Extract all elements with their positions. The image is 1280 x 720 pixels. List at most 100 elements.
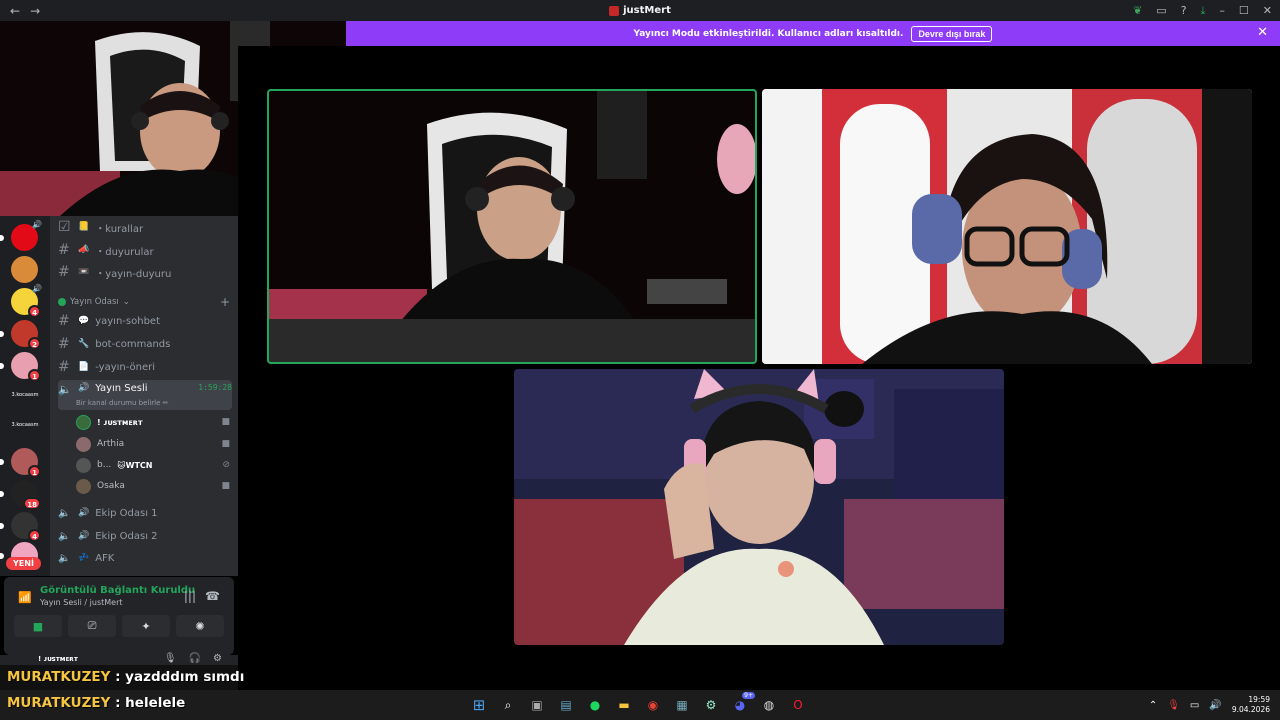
back-arrow-icon[interactable]: ←	[10, 4, 20, 18]
server-icon-yellow[interactable]: 🔊 4	[11, 284, 42, 318]
username[interactable]: ! ᴊᴜsᴛᴍᴇʀᴛ	[38, 655, 78, 663]
add-channel-icon[interactable]: +	[220, 295, 230, 309]
speaker-icon: 🔈	[58, 383, 72, 396]
download-icon[interactable]: ⤓	[1201, 4, 1206, 18]
headphones-icon[interactable]: 🎧	[189, 653, 201, 664]
chat-username: MURATKUZEY	[7, 695, 111, 711]
user-panel: ! ᴊᴜsᴛᴍᴇʀᴛ 🎙 🎧 ⚙	[0, 653, 238, 665]
video-feed	[267, 89, 757, 364]
channel-duyurular[interactable]: # 📣 ・duyurular	[58, 240, 232, 260]
inbox-icon[interactable]: ▭	[1156, 4, 1166, 17]
settings-gear-icon[interactable]: ⚙	[213, 653, 222, 664]
maximize-icon[interactable]: ☐	[1239, 4, 1249, 17]
server-icon-red[interactable]: 2	[0, 320, 41, 350]
unread-pill	[0, 553, 4, 559]
channel-emoji: 🔧	[78, 339, 90, 349]
mic-icon[interactable]: 🎙	[164, 653, 177, 664]
server-icon-pink[interactable]: 1	[0, 352, 41, 382]
banner-close-icon[interactable]: ✕	[1257, 25, 1268, 40]
channel-status-hint[interactable]: Bir kanal durumu belirle ✏	[76, 399, 169, 407]
soundboard-button[interactable]: ✺	[176, 615, 224, 637]
noise-suppression-icon[interactable]: |||	[184, 589, 196, 603]
windows-taskbar: MURATKUZEY : helelele ⊞ ⌕ ▣ ▤ ● ▬ ◉ ▦ ⚙ …	[0, 690, 1280, 720]
member-name: Osaka	[97, 481, 125, 491]
volume-icon[interactable]: 🔊	[1209, 700, 1221, 711]
channel-kurallar[interactable]: ☑ 📒 ・kurallar	[58, 217, 232, 237]
camera-button[interactable]: ■	[14, 615, 62, 637]
signal-icon[interactable]: 📶	[18, 591, 32, 604]
chevron-up-icon[interactable]: ⌃	[1149, 700, 1157, 711]
forward-arrow-icon[interactable]: →	[30, 4, 40, 18]
display-icon[interactable]: ▭	[1190, 700, 1199, 711]
task-view-icon[interactable]: ▣	[526, 694, 548, 716]
speaker-icon: 🔈	[58, 552, 71, 564]
screen-share-icon: ⎚	[87, 619, 97, 632]
obs-icon[interactable]: ◍	[758, 694, 780, 716]
channel-yayin-sohbet[interactable]: # 💬 yayın-sohbet	[58, 311, 232, 331]
discord-icon[interactable]: ◕ 9+	[729, 692, 755, 716]
screen-share-button[interactable]: ⎚	[68, 615, 116, 637]
voice-member[interactable]: b... 🐱WTCN ⊘	[76, 455, 230, 475]
video-tile-streamer[interactable]	[267, 89, 757, 364]
voice-channel-ekip-1[interactable]: 🔈 🔊 Ekip Odası 1	[58, 503, 232, 523]
server-icon-kocaasm[interactable]: 3.kocaasm	[5, 392, 45, 402]
search-icon[interactable]: ⌕	[497, 694, 519, 716]
activities-icon: ✦	[141, 619, 151, 633]
notification-badge: 9+	[742, 692, 755, 699]
title-bar-actions: ❦ ▭ ? ⤓ – ☐ ✕	[1133, 0, 1272, 21]
mic-off-icon: ⊘	[222, 460, 230, 470]
opera-icon[interactable]: O	[787, 694, 809, 716]
speaker-icon: 🔈	[58, 530, 71, 542]
streamer-mode-banner: Yayıncı Modu etkinleştirildi. Kullanıcı …	[346, 21, 1280, 46]
speaker-icon: 🔊	[32, 284, 42, 293]
video-tile-participant-3[interactable]	[514, 369, 1004, 645]
leaf-icon[interactable]: ❦	[1133, 4, 1142, 17]
clock-date: 9.04.2026	[1231, 705, 1270, 714]
chevron-down-icon: ⌄	[122, 297, 130, 307]
unread-pill	[0, 363, 4, 369]
mention-badge: 1	[28, 465, 41, 478]
voice-channel-ekip-2[interactable]: 🔈 🔊 Ekip Odası 2	[58, 526, 232, 546]
server-icon-kocaasm-2[interactable]: 3.kocaasm	[5, 422, 45, 432]
voice-member[interactable]: ! ᴊᴜsᴛᴍᴇʀᴛ ■	[76, 412, 230, 432]
close-icon[interactable]: ✕	[1263, 4, 1272, 17]
hash-icon: #	[58, 359, 70, 375]
server-icon-girl[interactable]: 1	[0, 448, 41, 478]
connection-channel[interactable]: Yayın Sesli / justMert	[40, 598, 123, 607]
activities-button[interactable]: ✦	[122, 615, 170, 637]
app-icon[interactable]: ▦	[671, 694, 693, 716]
server-icon-turkey[interactable]: 🔊	[0, 220, 42, 251]
voice-member[interactable]: Arthia ■	[76, 434, 230, 454]
category-yayin-odasi[interactable]: Yayın Odası ⌄ +	[58, 294, 230, 310]
clock[interactable]: 19:59 9.04.2026	[1232, 695, 1270, 715]
channel-yayin-oneri[interactable]: # 📄 -yayın-öneri	[58, 357, 232, 377]
spotify-icon[interactable]: ●	[584, 694, 606, 716]
channel-name: bot-commands	[95, 338, 171, 350]
disable-streamer-mode-button[interactable]: Devre dışı bırak	[911, 25, 993, 42]
steam-icon[interactable]: ⚙	[700, 694, 722, 716]
store-icon[interactable]: ▤	[555, 694, 577, 716]
chrome-icon[interactable]: ◉	[642, 694, 664, 716]
help-icon[interactable]: ?	[1181, 4, 1187, 17]
start-icon[interactable]: ⊞	[468, 694, 490, 716]
voice-member[interactable]: Osaka ■	[76, 476, 230, 496]
speaker-icon: 🔊	[78, 531, 90, 541]
server-icon-crown[interactable]: 4	[0, 512, 41, 542]
server-icon-dog[interactable]	[11, 256, 38, 283]
video-tile-participant-2[interactable]	[762, 89, 1252, 364]
avatar	[76, 436, 91, 452]
mic-in-use-icon[interactable]: 🎙	[1167, 700, 1180, 711]
voice-channel-afk[interactable]: 🔈 💤 AFK	[58, 548, 232, 568]
server-icon-dark[interactable]: 18	[0, 480, 41, 510]
member-name: Arthia	[97, 439, 125, 449]
channel-emoji: 💬	[78, 316, 90, 326]
channel-yayin-duyuru[interactable]: # 📼 ・yayın-duyuru	[58, 262, 232, 282]
unread-pill	[0, 523, 4, 529]
folder-icon[interactable]: ▬	[613, 694, 635, 716]
disconnect-icon[interactable]: ☎	[205, 589, 220, 603]
channel-bot-commands[interactable]: # 🔧 bot-commands	[58, 334, 232, 354]
member-name: b...	[97, 460, 112, 470]
hash-icon: #	[58, 336, 70, 352]
minimize-icon[interactable]: –	[1219, 4, 1225, 17]
video-feed	[514, 369, 1004, 645]
